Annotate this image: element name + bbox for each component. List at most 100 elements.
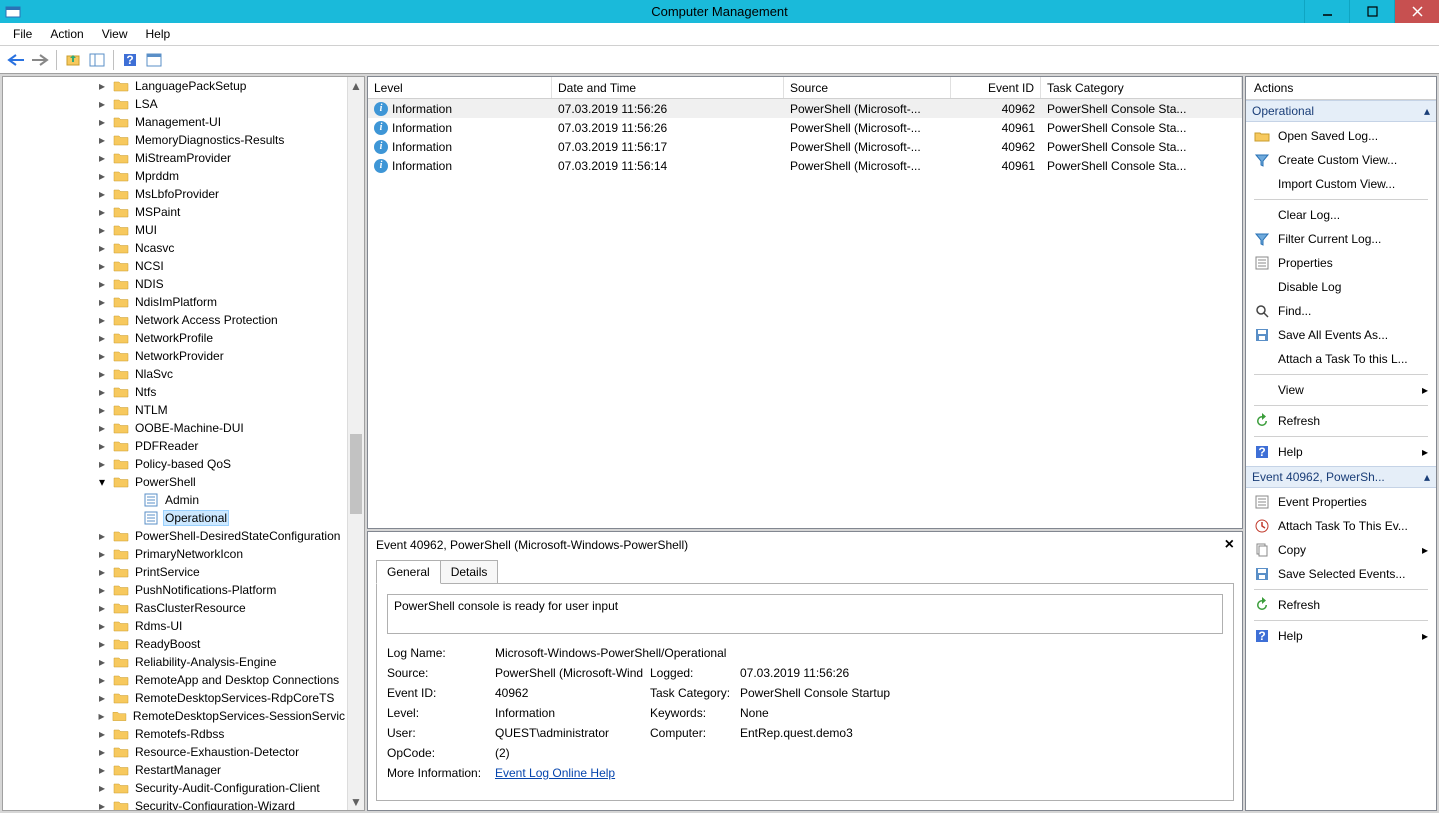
- chevron-right-icon[interactable]: ▸: [95, 439, 109, 453]
- tree-item-security-configuration-wizard[interactable]: ▸Security-Configuration-Wizard: [95, 797, 347, 810]
- col-header-task[interactable]: Task Category: [1041, 77, 1242, 98]
- tree-item-languagepacksetup[interactable]: ▸LanguagePackSetup: [95, 77, 347, 95]
- chevron-right-icon[interactable]: ▸: [95, 457, 109, 471]
- event-row[interactable]: iInformation07.03.2019 11:56:17PowerShel…: [368, 137, 1242, 156]
- action-help[interactable]: ?Help▸: [1246, 624, 1436, 648]
- col-header-date[interactable]: Date and Time: [552, 77, 784, 98]
- tree-item-ndis[interactable]: ▸NDIS: [95, 275, 347, 293]
- action-disable-log[interactable]: Disable Log: [1246, 275, 1436, 299]
- tree-item-primarynetworkicon[interactable]: ▸PrimaryNetworkIcon: [95, 545, 347, 563]
- tree-item-admin[interactable]: Admin: [95, 491, 347, 509]
- event-row[interactable]: iInformation07.03.2019 11:56:26PowerShel…: [368, 118, 1242, 137]
- tree-item-printservice[interactable]: ▸PrintService: [95, 563, 347, 581]
- action-help[interactable]: ?Help▸: [1246, 440, 1436, 464]
- chevron-right-icon[interactable]: ▸: [95, 331, 109, 345]
- chevron-right-icon[interactable]: ▸: [95, 223, 109, 237]
- chevron-right-icon[interactable]: ▸: [95, 601, 109, 615]
- action-open-saved-log[interactable]: Open Saved Log...: [1246, 124, 1436, 148]
- chevron-right-icon[interactable]: ▸: [95, 691, 109, 705]
- action-clear-log[interactable]: Clear Log...: [1246, 203, 1436, 227]
- tree-item-resource-exhaustion-detector[interactable]: ▸Resource-Exhaustion-Detector: [95, 743, 347, 761]
- chevron-right-icon[interactable]: ▸: [95, 673, 109, 687]
- tree-item-mistreamprovider[interactable]: ▸MiStreamProvider: [95, 149, 347, 167]
- tree-item-network-access-protection[interactable]: ▸Network Access Protection: [95, 311, 347, 329]
- tree-item-pushnotifications-platform[interactable]: ▸PushNotifications-Platform: [95, 581, 347, 599]
- tree-item-nlasvc[interactable]: ▸NlaSvc: [95, 365, 347, 383]
- scroll-up-icon[interactable]: ▲: [348, 77, 364, 94]
- tree-item-ncsi[interactable]: ▸NCSI: [95, 257, 347, 275]
- tree-item-readyboost[interactable]: ▸ReadyBoost: [95, 635, 347, 653]
- tree-item-mspaint[interactable]: ▸MSPaint: [95, 203, 347, 221]
- tree-item-lsa[interactable]: ▸LSA: [95, 95, 347, 113]
- event-row[interactable]: iInformation07.03.2019 11:56:26PowerShel…: [368, 99, 1242, 118]
- action-refresh[interactable]: Refresh: [1246, 593, 1436, 617]
- chevron-right-icon[interactable]: ▸: [95, 799, 109, 810]
- chevron-right-icon[interactable]: ▸: [95, 565, 109, 579]
- tab-details[interactable]: Details: [440, 560, 499, 584]
- help-button[interactable]: ?: [118, 49, 142, 71]
- action-properties[interactable]: Properties: [1246, 251, 1436, 275]
- up-button[interactable]: [61, 49, 85, 71]
- tree-item-management-ui[interactable]: ▸Management-UI: [95, 113, 347, 131]
- link-event-log-online-help[interactable]: Event Log Online Help: [495, 766, 615, 780]
- tree-item-policy-based-qos[interactable]: ▸Policy-based QoS: [95, 455, 347, 473]
- chevron-right-icon[interactable]: ▸: [95, 529, 109, 543]
- chevron-right-icon[interactable]: ▸: [95, 745, 109, 759]
- chevron-right-icon[interactable]: ▸: [95, 655, 109, 669]
- col-header-eventid[interactable]: Event ID: [951, 77, 1041, 98]
- chevron-right-icon[interactable]: ▸: [95, 295, 109, 309]
- action-copy[interactable]: Copy▸: [1246, 538, 1436, 562]
- chevron-right-icon[interactable]: ▸: [95, 205, 109, 219]
- event-row[interactable]: iInformation07.03.2019 11:56:14PowerShel…: [368, 156, 1242, 175]
- action-filter-current-log[interactable]: Filter Current Log...: [1246, 227, 1436, 251]
- chevron-right-icon[interactable]: ▸: [95, 97, 109, 111]
- action-import-custom-view[interactable]: Import Custom View...: [1246, 172, 1436, 196]
- tree-item-remotefs-rdbss[interactable]: ▸Remotefs-Rdbss: [95, 725, 347, 743]
- maximize-button[interactable]: [1349, 0, 1394, 23]
- tree-item-mprddm[interactable]: ▸Mprddm: [95, 167, 347, 185]
- tab-general[interactable]: General: [376, 560, 441, 584]
- tree-item-networkprovider[interactable]: ▸NetworkProvider: [95, 347, 347, 365]
- tree-item-rasclusterresource[interactable]: ▸RasClusterResource: [95, 599, 347, 617]
- scroll-thumb[interactable]: [350, 434, 362, 514]
- tree-item-ntfs[interactable]: ▸Ntfs: [95, 383, 347, 401]
- chevron-right-icon[interactable]: ▸: [95, 781, 109, 795]
- chevron-right-icon[interactable]: ▸: [95, 403, 109, 417]
- action-view[interactable]: View▸: [1246, 378, 1436, 402]
- action-save-selected-events[interactable]: Save Selected Events...: [1246, 562, 1436, 586]
- menu-action[interactable]: Action: [41, 25, 92, 43]
- chevron-right-icon[interactable]: ▸: [95, 709, 108, 723]
- details-close-button[interactable]: ×: [1225, 536, 1234, 554]
- chevron-right-icon[interactable]: ▸: [95, 763, 109, 777]
- action-attach-a-task-to-this-l[interactable]: Attach a Task To this L...: [1246, 347, 1436, 371]
- actions-header-event[interactable]: Event 40962, PowerSh... ▴: [1246, 466, 1436, 488]
- tree-scrollbar[interactable]: ▲ ▼: [347, 77, 364, 810]
- tree-item-oobe-machine-dui[interactable]: ▸OOBE-Machine-DUI: [95, 419, 347, 437]
- menu-help[interactable]: Help: [137, 25, 180, 43]
- chevron-right-icon[interactable]: ▸: [95, 241, 109, 255]
- tree-item-networkprofile[interactable]: ▸NetworkProfile: [95, 329, 347, 347]
- chevron-right-icon[interactable]: ▸: [95, 115, 109, 129]
- tree-item-ntlm[interactable]: ▸NTLM: [95, 401, 347, 419]
- menu-file[interactable]: File: [4, 25, 41, 43]
- action-find[interactable]: Find...: [1246, 299, 1436, 323]
- chevron-right-icon[interactable]: ▸: [95, 385, 109, 399]
- grid-body[interactable]: iInformation07.03.2019 11:56:26PowerShel…: [368, 99, 1242, 528]
- action-create-custom-view[interactable]: Create Custom View...: [1246, 148, 1436, 172]
- action-event-properties[interactable]: Event Properties: [1246, 490, 1436, 514]
- col-header-level[interactable]: Level: [368, 77, 552, 98]
- minimize-button[interactable]: [1304, 0, 1349, 23]
- actions-header-operational[interactable]: Operational ▴: [1246, 100, 1436, 122]
- chevron-right-icon[interactable]: ▸: [95, 313, 109, 327]
- tree-item-remoteapp-and-desktop-connections[interactable]: ▸RemoteApp and Desktop Connections: [95, 671, 347, 689]
- chevron-right-icon[interactable]: ▸: [95, 637, 109, 651]
- forward-button[interactable]: [28, 49, 52, 71]
- tree-item-pdfreader[interactable]: ▸PDFReader: [95, 437, 347, 455]
- chevron-right-icon[interactable]: ▸: [95, 547, 109, 561]
- tree-item-mui[interactable]: ▸MUI: [95, 221, 347, 239]
- chevron-right-icon[interactable]: ▸: [95, 169, 109, 183]
- chevron-right-icon[interactable]: ▸: [95, 349, 109, 363]
- tree-item-ncasvc[interactable]: ▸Ncasvc: [95, 239, 347, 257]
- back-button[interactable]: [4, 49, 28, 71]
- chevron-down-icon[interactable]: ▾: [95, 475, 109, 489]
